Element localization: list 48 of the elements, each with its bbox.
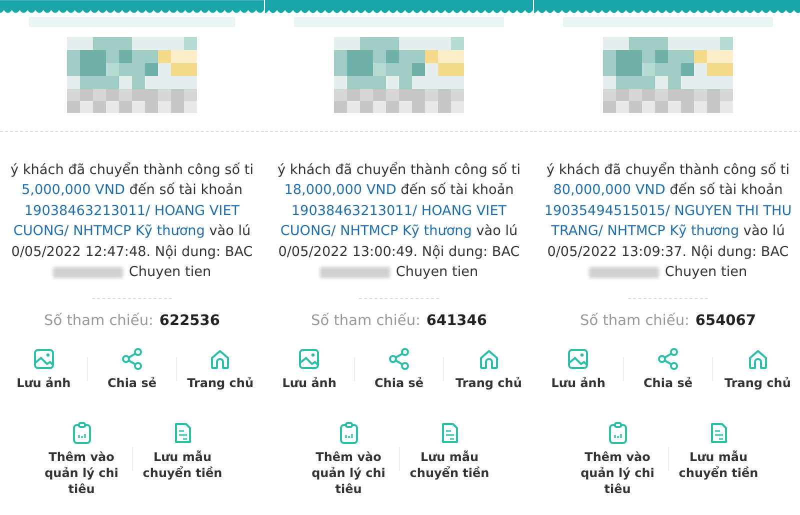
action-button[interactable]: Lưu mẫu chuyển tiền [400, 421, 500, 482]
message-line: 0/05/2022 13:00:49. Nội dung: BAC [278, 242, 520, 262]
action-button[interactable]: Lưu ảnh [534, 347, 623, 392]
reference-number: 641346 [426, 313, 487, 330]
action-button[interactable]: Lưu mẫu chuyển tiền [132, 421, 232, 482]
message-line: 5,000,000 VND đến số tài khoản [22, 181, 242, 200]
image-icon [297, 347, 322, 372]
message-line: ý khách đã chuyển thành công số ti [546, 161, 790, 180]
message-line: 19035494515015/ NGUYEN THI THU [544, 202, 792, 221]
message-line: Chuyen tien [128, 263, 212, 282]
redacted-name [588, 266, 659, 278]
message-line: ý khách đã chuyển thành công số ti [10, 161, 254, 180]
share-icon [120, 347, 144, 372]
message-line: TRANG/ NHTMCP Kỹ thương vào lú [551, 222, 785, 242]
reference-label: Số tham chiếu: [311, 313, 420, 330]
action-button[interactable]: Trang chủ [444, 347, 534, 392]
action-button[interactable]: Chia sẻ [354, 347, 444, 392]
message-line: Chuyen tien [396, 263, 478, 282]
reference-label: Số tham chiếu: [44, 313, 154, 330]
image-icon [566, 347, 590, 372]
action-button[interactable]: Chia sẻ [88, 347, 176, 392]
reference-number: 622536 [159, 313, 220, 330]
message-line: 19038463213011/ HOANG VIET [24, 202, 240, 221]
message-line: 18,000,000 VND đến số tài khoản [284, 181, 514, 200]
message-line: 0/05/2022 12:47:48. Nội dung: BAC [11, 242, 253, 262]
reference-number: 654067 [695, 313, 756, 330]
reference-label: Số tham chiếu: [580, 313, 690, 330]
message-line: CUONG/ NHTMCP Kỹ thương vào lú [280, 222, 518, 242]
action-button[interactable]: Thêm vào quản lý chi tiêu [568, 421, 668, 498]
redacted-name [52, 266, 123, 278]
message-line: 0/05/2022 13:09:37. Nội dung: BAC [547, 242, 789, 262]
share-icon [656, 347, 680, 372]
message-line: ý khách đã chuyển thành công số ti [278, 161, 520, 180]
action-button[interactable]: Chia sẻ [624, 347, 712, 392]
message-line: 19038463213011/ HOANG VIET [291, 202, 507, 221]
action-button[interactable]: Thêm vào quản lý chi tiêu [32, 421, 132, 498]
image-icon [32, 347, 56, 372]
message-line: Chuyen tien [664, 263, 748, 282]
share-icon [387, 347, 411, 372]
action-button[interactable]: Trang chủ [176, 347, 264, 392]
redacted-name [320, 266, 390, 278]
message-line: 80,000,000 VND đến số tài khoản [553, 181, 783, 200]
action-button[interactable]: Trang chủ [713, 347, 800, 392]
action-button[interactable]: Lưu ảnh [0, 347, 88, 392]
action-button[interactable]: Thêm vào quản lý chi tiêu [298, 421, 398, 498]
message-line: CUONG/ NHTMCP Kỹ thương vào lú [13, 222, 251, 242]
action-button[interactable]: Lưu mẫu chuyển tiền [668, 421, 768, 482]
action-button[interactable]: Lưu ảnh [265, 347, 354, 392]
